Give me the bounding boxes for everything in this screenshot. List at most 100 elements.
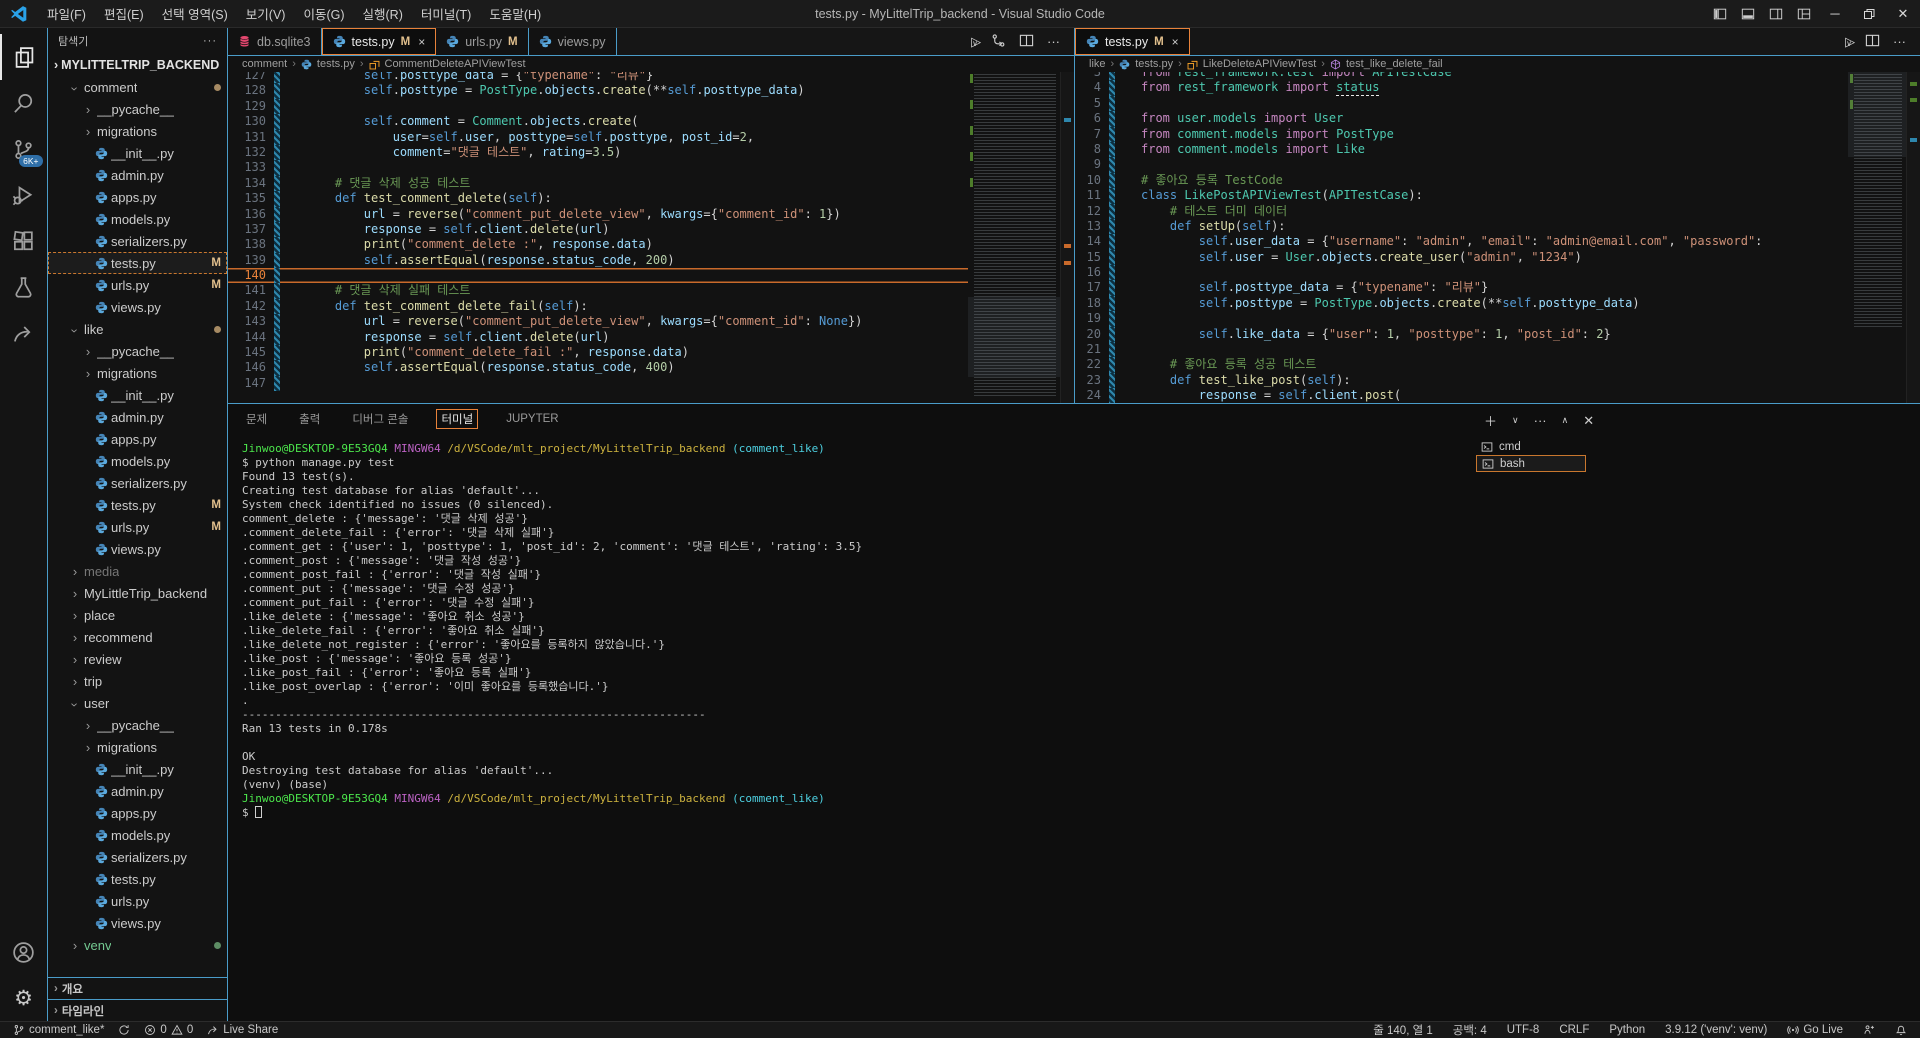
code-line-5[interactable]: 5 [1075,95,1848,112]
terminal-instance-cmd[interactable]: cmd [1476,438,1586,455]
tree-item-__init__.py[interactable]: __init__.py [48,142,227,164]
run-python-file-icon[interactable]: ▷∨ [971,34,981,50]
tree-item-__pycache__[interactable]: › __pycache__ [48,340,227,362]
close-panel-icon[interactable]: ✕ [1583,413,1594,429]
code-line-9[interactable]: 9 [1075,157,1848,173]
panel-tab-터미널[interactable]: 터미널 [436,409,479,429]
breadcrumb-left[interactable]: comment › tests.py › CommentDeleteAPIViewT… [228,56,1074,72]
tab-tests-py-right[interactable]: tests.py M × [1075,28,1190,55]
tree-item-admin.py[interactable]: admin.py [48,780,227,802]
minimize-button[interactable]: ─ [1818,0,1852,28]
code-line-147[interactable]: 147 [228,375,968,392]
git-branch-item[interactable]: comment_like* [8,1022,109,1038]
terminal-output[interactable]: Jinwoo@DESKTOP-9E53GQ4 MINGW64 /d/VSCode… [228,434,1920,1021]
breadcrumb-right[interactable]: like › tests.py › LikeDeleteAPIViewTest › t… [1075,56,1920,72]
code-line-21[interactable]: 21 [1075,342,1848,358]
tree-item-tests.py[interactable]: tests.py M [48,494,227,516]
close-icon[interactable]: × [418,35,425,49]
code-line-14[interactable]: 14 self.user_data = {"username": "admin"… [1075,234,1848,250]
code-line-136[interactable]: 136 url = reverse("comment_put_delete_vi… [228,206,968,222]
tree-item-__init__.py[interactable]: __init__.py [48,758,227,780]
minimap-left[interactable] [968,72,1060,403]
panel-tab-출력[interactable]: 출력 [295,409,324,429]
code-line-24[interactable]: 24 response = self.client.post( [1075,388,1848,403]
code-line-127[interactable]: 127 self.posttype_data = {"typename": "리… [228,72,968,84]
code-editor-right[interactable]: 3 from rest_framework.test import APITest… [1075,72,1848,403]
tree-item-__init__.py[interactable]: __init__.py [48,384,227,406]
tree-item-tests.py[interactable]: tests.py [48,868,227,890]
code-line-8[interactable]: 8 from comment.models import Like [1075,141,1848,158]
code-line-19[interactable]: 19 [1075,311,1848,327]
sync-changes-item[interactable] [113,1022,135,1038]
tree-item-user[interactable]: › user [48,692,227,714]
tree-item-serializers.py[interactable]: serializers.py [48,846,227,868]
scrollbar-right[interactable] [1906,72,1920,403]
menu-item[interactable]: 편집(E) [95,0,153,28]
search-icon[interactable] [0,80,48,126]
code-line-143[interactable]: 143 url = reverse("comment_put_delete_vi… [228,314,968,330]
code-line-7[interactable]: 7 from comment.models import PostType [1075,126,1848,142]
tree-item-apps.py[interactable]: apps.py [48,186,227,208]
code-line-13[interactable]: 13 def setUp(self): [1075,218,1848,235]
encoding-item[interactable]: UTF-8 [1502,1024,1545,1036]
new-terminal-icon[interactable]: ＋ [1484,411,1497,430]
tree-item-models.py[interactable]: models.py [48,824,227,846]
code-line-16[interactable]: 16 [1075,265,1848,281]
code-line-130[interactable]: 130 self.comment = Comment.objects.creat… [228,114,968,130]
tree-item-trip[interactable]: › trip [48,670,227,692]
menu-item[interactable]: 터미널(T) [412,0,480,28]
feedback-item[interactable] [1858,1024,1880,1036]
indentation-item[interactable]: 공백: 4 [1448,1022,1492,1038]
code-line-135[interactable]: 135 def test_comment_delete(self): [228,191,968,207]
tree-item-__pycache__[interactable]: › __pycache__ [48,98,227,120]
tree-item-serializers.py[interactable]: serializers.py [48,472,227,494]
tree-item-comment[interactable]: › comment [48,76,227,98]
code-line-129[interactable]: 129 [228,98,968,115]
tab-tests-py-left[interactable]: tests.py M × [321,28,437,55]
tree-item-migrations[interactable]: › migrations [48,120,227,142]
tree-item-migrations[interactable]: › migrations [48,362,227,384]
tree-item-media[interactable]: › media [48,560,227,582]
tree-item-models.py[interactable]: models.py [48,208,227,230]
panel-more-icon[interactable]: ··· [1534,413,1547,428]
code-line-12[interactable]: 12 # 테스트 더미 데이터 [1075,203,1848,219]
code-line-23[interactable]: 23 def test_like_post(self): [1075,372,1848,389]
cursor-position-item[interactable]: 줄 140, 열 1 [1368,1022,1438,1038]
code-line-22[interactable]: 22 # 좋아요 등록 성공 테스트 [1075,357,1848,373]
python-interpreter-item[interactable]: 3.9.12 ('venv': venv) [1660,1024,1772,1036]
close-icon[interactable]: × [1172,35,1179,49]
tree-item-urls.py[interactable]: urls.py M [48,516,227,538]
menu-item[interactable]: 파일(F) [38,0,95,28]
tree-item-venv[interactable]: › venv [48,934,227,956]
tree-item-urls.py[interactable]: urls.py M [48,274,227,296]
code-line-132[interactable]: 132 comment="댓글 테스트", rating=3.5) [228,144,968,161]
panel-tab-JUPYTER[interactable]: JUPYTER [502,409,562,429]
panel-tab-문제[interactable]: 문제 [242,409,271,429]
code-line-15[interactable]: 15 self.user = User.objects.create_user(… [1075,249,1848,266]
tree-item-tests.py[interactable]: tests.py M [48,252,227,274]
open-changes-icon[interactable] [991,33,1006,51]
tree-item-urls.py[interactable]: urls.py [48,890,227,912]
tree-item-models.py[interactable]: models.py [48,450,227,472]
tab-db-sqlite3[interactable]: db.sqlite3 [228,28,322,55]
run-python-file-icon[interactable]: ▷∨ [1845,34,1855,50]
scrollbar-left[interactable] [1060,72,1074,403]
menu-item[interactable]: 도움말(H) [480,0,550,28]
tree-item-views.py[interactable]: views.py [48,296,227,318]
outline-section[interactable]: › 개요 [48,977,227,999]
run-debug-icon[interactable] [0,172,48,218]
code-line-144[interactable]: 144 response = self.client.delete(url) [228,329,968,346]
tree-item-place[interactable]: › place [48,604,227,626]
code-line-145[interactable]: 145 print("comment_delete_fail :", respo… [228,345,968,361]
code-line-137[interactable]: 137 response = self.client.delete(url) [228,221,968,238]
code-line-139[interactable]: 139 self.assertEqual(response.status_cod… [228,252,968,269]
live-share-icon[interactable] [0,310,48,356]
account-icon[interactable] [0,929,48,975]
layout-panel-icon[interactable] [1734,0,1762,28]
close-window-button[interactable]: ✕ [1886,0,1920,28]
code-line-18[interactable]: 18 self.posttype = PostType.objects.crea… [1075,295,1848,312]
layout-secondary-sidebar-icon[interactable] [1762,0,1790,28]
tree-item-recommend[interactable]: › recommend [48,626,227,648]
tree-item-apps.py[interactable]: apps.py [48,428,227,450]
more-actions-icon[interactable]: ··· [1047,34,1060,49]
